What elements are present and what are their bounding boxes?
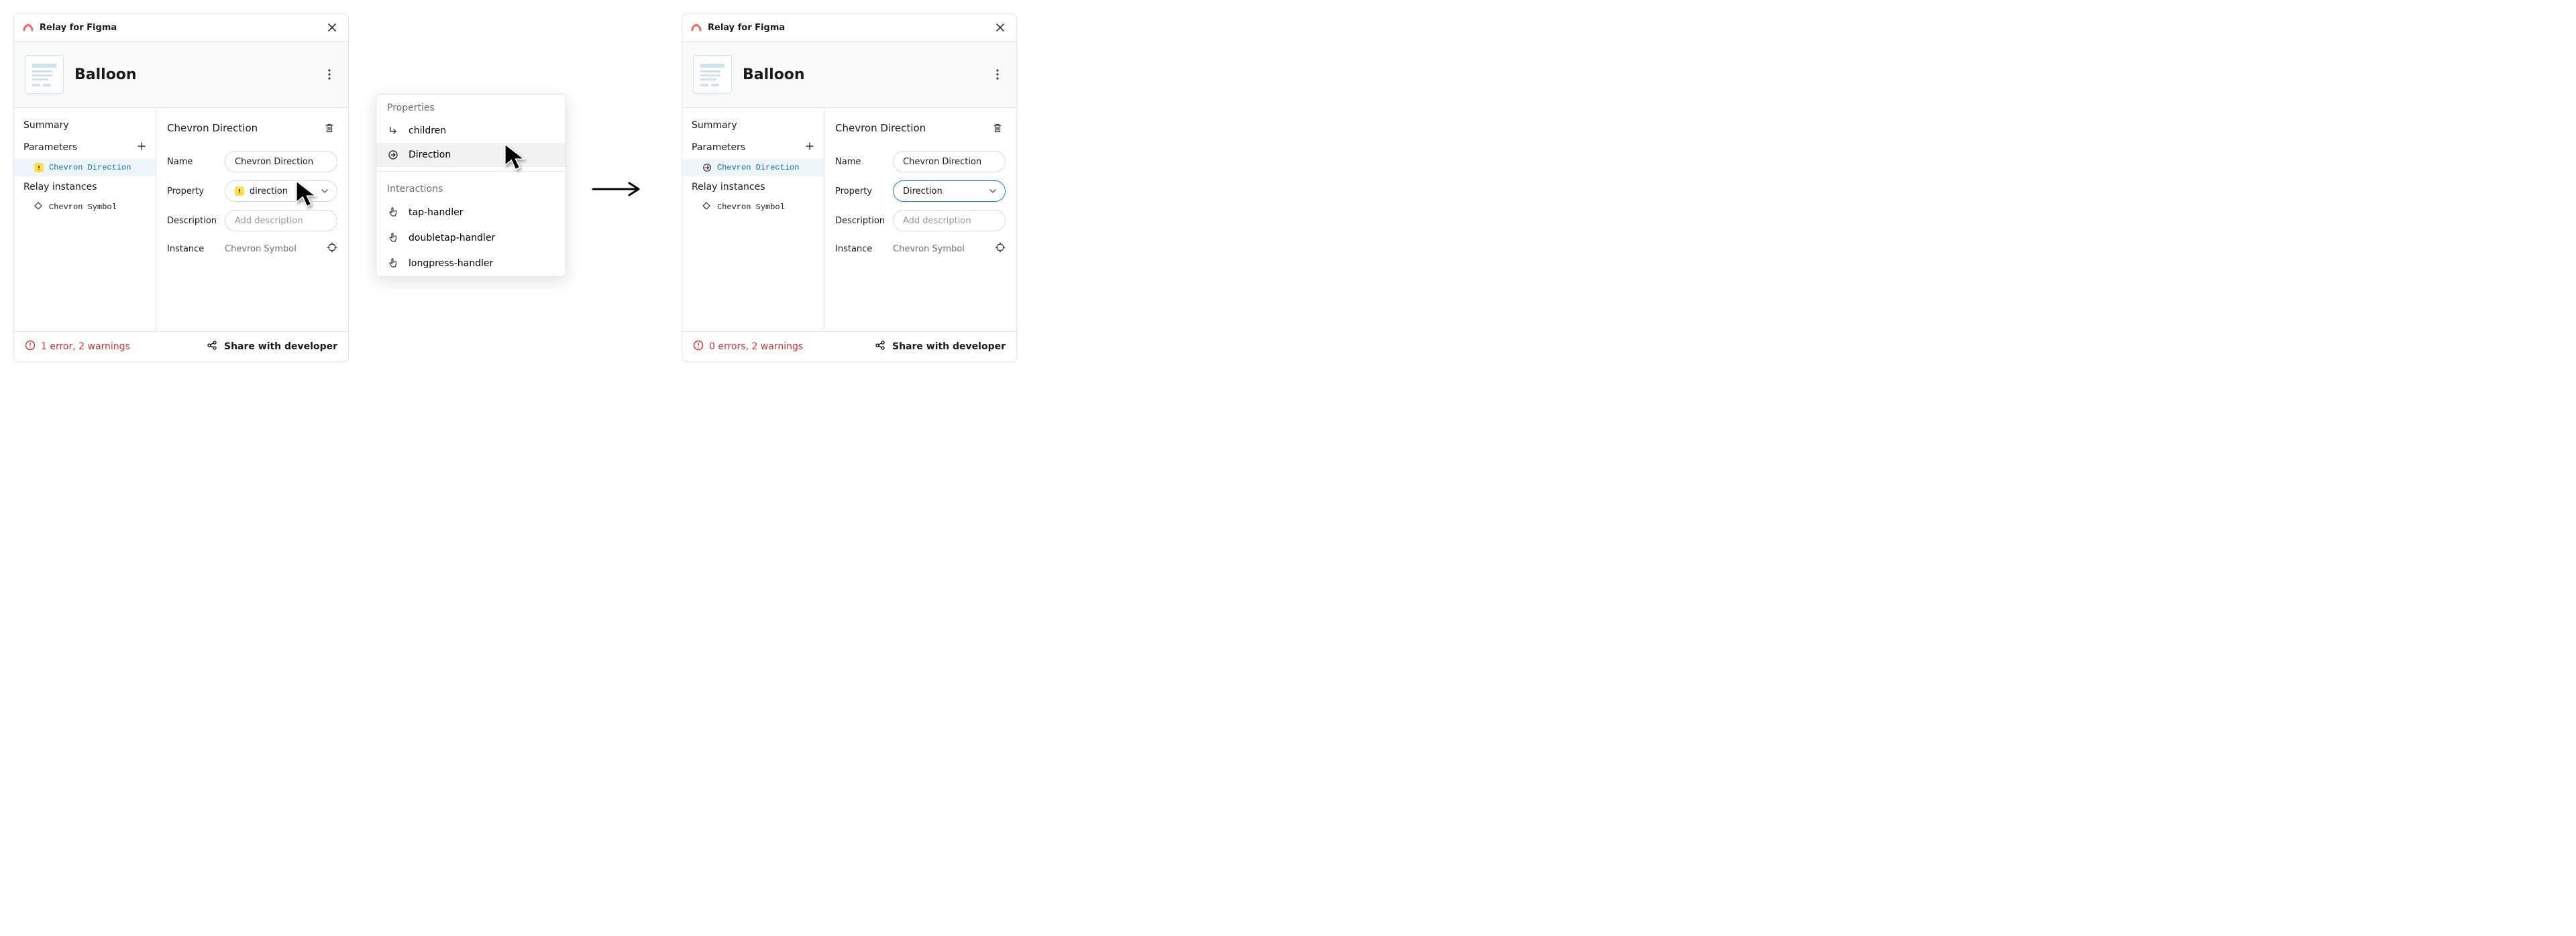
sidebar-parameters[interactable]: Parameters <box>682 136 824 159</box>
popover-divider <box>376 171 566 172</box>
sidebar-item-label: Chevron Direction <box>717 163 799 172</box>
popover-group-properties: Properties <box>376 95 566 119</box>
sidebar-item-chevron-direction[interactable]: Chevron Direction <box>14 159 156 176</box>
editor-title: Chevron Direction <box>167 122 258 134</box>
warning-badge-icon <box>34 163 44 172</box>
sidebar-item-label: Chevron Symbol <box>717 202 785 212</box>
menu-item-label: doubletap-handler <box>409 233 495 243</box>
sidebar-relay-instances[interactable]: Relay instances <box>14 176 156 198</box>
error-icon <box>693 340 704 353</box>
property-label: Property <box>835 186 885 196</box>
menu-item-doubletap-handler[interactable]: doubletap-handler <box>376 225 566 251</box>
plugin-title: Relay for Figma <box>40 23 117 33</box>
sidebar-summary[interactable]: Summary <box>14 115 156 136</box>
property-popover: Properties children Direction Interactio… <box>376 94 566 277</box>
delete-icon[interactable] <box>989 120 1006 136</box>
close-icon[interactable] <box>324 19 340 36</box>
component-thumb <box>25 55 64 94</box>
relay-brand-icon <box>22 23 34 32</box>
chevron-down-icon <box>989 186 997 196</box>
popover-group-interactions: Interactions <box>376 176 566 200</box>
tap-gesture-icon <box>387 207 399 219</box>
description-input[interactable]: Add description <box>893 210 1006 231</box>
menu-item-label: children <box>409 125 446 136</box>
longpress-gesture-icon <box>387 257 399 270</box>
error-icon <box>25 340 36 353</box>
enter-arrow-icon <box>387 150 399 160</box>
relay-brand-icon <box>690 23 702 32</box>
more-icon[interactable] <box>321 66 337 82</box>
menu-item-longpress-handler[interactable]: longpress-handler <box>376 251 566 276</box>
diamond-icon <box>702 202 710 213</box>
menu-item-label: tap-handler <box>409 207 463 218</box>
name-label: Name <box>167 157 217 167</box>
transition-arrow-icon <box>590 181 644 200</box>
enter-arrow-icon <box>702 163 712 172</box>
warning-badge-icon <box>235 186 244 196</box>
property-select[interactable]: direction <box>225 180 337 202</box>
instance-value: Chevron Symbol <box>893 244 987 254</box>
parameter-editor: Chevron Direction Name Chevron Direction… <box>156 108 348 331</box>
property-select[interactable]: Direction <box>893 180 1006 202</box>
menu-item-tap-handler[interactable]: tap-handler <box>376 200 566 225</box>
add-parameter-icon[interactable] <box>805 141 814 154</box>
more-icon[interactable] <box>989 66 1006 82</box>
error-status[interactable]: 0 errors, 2 warnings <box>693 340 803 353</box>
children-icon <box>387 125 399 136</box>
menu-item-label: longpress-handler <box>409 258 493 269</box>
sidebar-parameters[interactable]: Parameters <box>14 136 156 159</box>
menu-item-children[interactable]: children <box>376 119 566 143</box>
instance-value: Chevron Symbol <box>225 244 319 254</box>
description-label: Description <box>167 216 217 226</box>
sidebar-item-label: Chevron Symbol <box>49 202 117 212</box>
doubletap-gesture-icon <box>387 232 399 244</box>
chevron-down-icon <box>321 186 329 196</box>
share-icon <box>207 340 217 353</box>
component-header: Balloon <box>14 42 348 108</box>
sidebar: Summary Parameters Chevron Direction Rel… <box>682 108 824 331</box>
name-input[interactable]: Chevron Direction <box>225 151 337 172</box>
diamond-icon <box>34 202 42 213</box>
panel-footer: 0 errors, 2 warnings Share with develope… <box>682 331 1016 361</box>
sidebar: Summary Parameters Chevron Direction Rel… <box>14 108 156 331</box>
share-button[interactable]: Share with developer <box>875 340 1006 353</box>
description-label: Description <box>835 216 885 226</box>
name-input[interactable]: Chevron Direction <box>893 151 1006 172</box>
sidebar-item-chevron-direction[interactable]: Chevron Direction <box>682 159 824 176</box>
close-icon[interactable] <box>992 19 1008 36</box>
menu-item-label: Direction <box>409 150 451 160</box>
delete-icon[interactable] <box>321 120 337 136</box>
sidebar-item-instance[interactable]: Chevron Symbol <box>682 198 824 217</box>
component-name: Balloon <box>74 66 137 83</box>
menu-item-direction[interactable]: Direction <box>376 143 566 167</box>
description-input[interactable]: Add description <box>225 210 337 231</box>
add-parameter-icon[interactable] <box>137 141 146 154</box>
instance-label: Instance <box>167 244 217 254</box>
sidebar-item-label: Chevron Direction <box>49 163 131 172</box>
name-label: Name <box>835 157 885 167</box>
sidebar-summary[interactable]: Summary <box>682 115 824 136</box>
plugin-panel-after: Relay for Figma Balloon <box>682 13 1017 362</box>
plugin-title: Relay for Figma <box>708 23 785 33</box>
share-icon <box>875 340 885 353</box>
locate-target-icon[interactable] <box>995 242 1006 255</box>
editor-title: Chevron Direction <box>835 122 926 134</box>
component-name: Balloon <box>743 66 805 83</box>
plugin-panel-before: Relay for Figma Balloon <box>13 13 349 362</box>
component-header: Balloon <box>682 42 1016 108</box>
sidebar-relay-instances[interactable]: Relay instances <box>682 176 824 198</box>
titlebar: Relay for Figma <box>682 14 1016 42</box>
panel-footer: 1 error, 2 warnings Share with developer <box>14 331 348 361</box>
sidebar-item-instance[interactable]: Chevron Symbol <box>14 198 156 217</box>
parameter-editor: Chevron Direction Name Chevron Direction… <box>824 108 1016 331</box>
error-status[interactable]: 1 error, 2 warnings <box>25 340 130 353</box>
locate-target-icon[interactable] <box>327 242 337 255</box>
property-label: Property <box>167 186 217 196</box>
titlebar: Relay for Figma <box>14 14 348 42</box>
instance-label: Instance <box>835 244 885 254</box>
component-thumb <box>693 55 732 94</box>
share-button[interactable]: Share with developer <box>207 340 337 353</box>
